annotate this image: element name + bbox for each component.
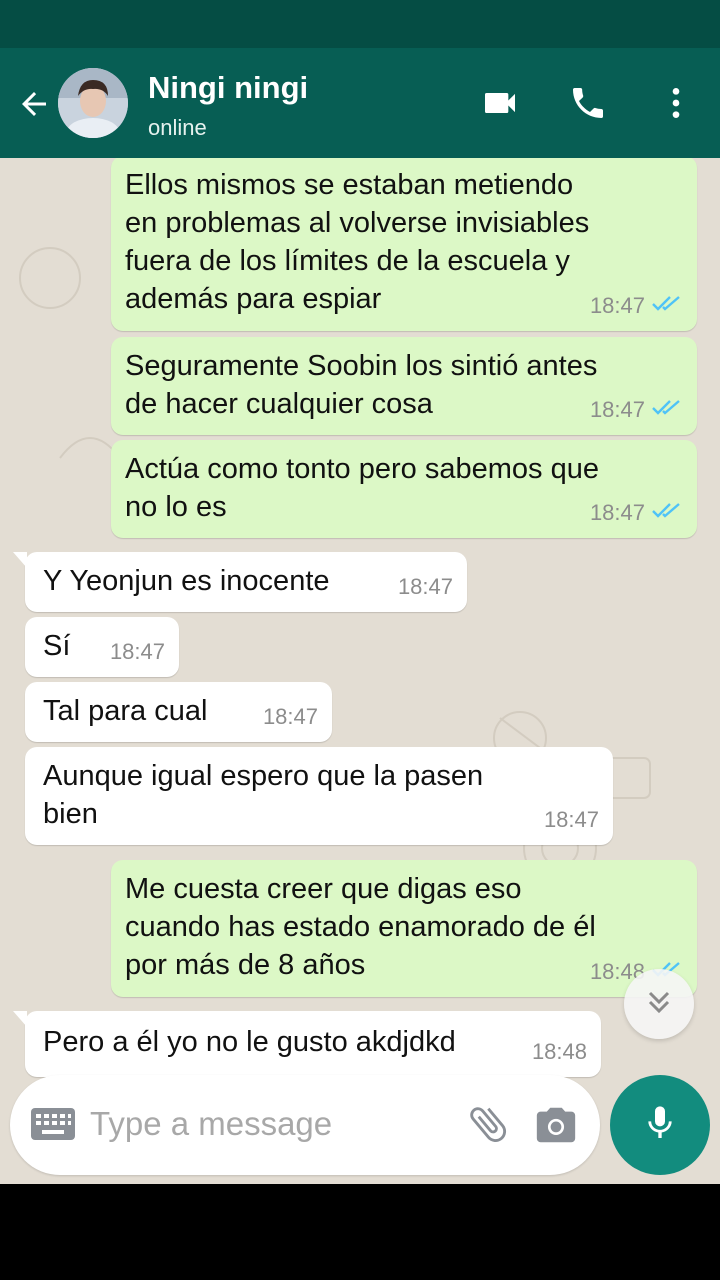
mic-button[interactable] — [610, 1075, 710, 1175]
message-time: 18:47 — [262, 704, 318, 729]
message-meta: 18:47 — [263, 698, 318, 736]
message-meta: 18:47 — [590, 494, 683, 532]
camera-icon[interactable] — [533, 1102, 579, 1153]
message-bubble-outgoing[interactable]: Ellos mismos se estaban metiendo en prob… — [111, 158, 697, 331]
message-bubble-incoming[interactable]: Sí 18:47 — [25, 617, 179, 677]
message-bubble-incoming[interactable]: Pero a él yo no le gusto akdjdkd 18:48 — [13, 1011, 601, 1077]
mic-icon — [640, 1103, 680, 1148]
system-navigation-bar — [0, 1184, 720, 1280]
message-time: 18:47 — [589, 397, 645, 422]
message-bubble-incoming[interactable]: Tal para cual 18:47 — [25, 682, 332, 742]
message-input-placeholder[interactable]: Type a message — [90, 1105, 332, 1143]
message-bubble-outgoing[interactable]: Actúa como tonto pero sabemos que no lo … — [111, 440, 697, 538]
message-time: 18:47 — [397, 574, 453, 599]
message-text: Aunque igual espero que la pasen bien — [43, 760, 484, 830]
double-check-icon — [651, 287, 683, 325]
more-vert-icon[interactable] — [654, 81, 698, 125]
message-composer[interactable]: Type a message — [10, 1075, 600, 1175]
contact-name[interactable]: Ningi ningi — [148, 70, 308, 106]
message-meta: 18:47 — [398, 568, 453, 606]
contact-status: online — [148, 115, 207, 140]
back-arrow-icon[interactable] — [14, 84, 54, 124]
message-time: 18:48 — [531, 1039, 587, 1064]
chat-area[interactable]: Ellos mismos se estaban metiendo en prob… — [0, 158, 720, 1184]
chat-header: Ningi ningi online — [0, 48, 720, 158]
scroll-to-bottom-button[interactable] — [624, 969, 694, 1039]
message-meta: 18:47 — [110, 633, 165, 671]
message-bubble-outgoing[interactable]: Seguramente Soobin los sintió antes de h… — [111, 337, 697, 435]
double-check-icon — [651, 494, 683, 532]
bubble-tail — [13, 552, 27, 568]
message-time: 18:47 — [589, 293, 645, 318]
avatar[interactable] — [58, 68, 128, 138]
message-bubble-incoming[interactable]: Y Yeonjun es inocente 18:47 — [13, 552, 467, 612]
message-bubble-incoming[interactable]: Aunque igual espero que la pasen bien 18… — [25, 747, 613, 845]
message-meta: 18:48 — [532, 1033, 587, 1071]
message-meta: 18:47 — [590, 391, 683, 429]
keyboard-icon[interactable] — [30, 1107, 76, 1146]
bubble-tail — [13, 1011, 27, 1027]
double-chevron-down-icon — [641, 984, 677, 1025]
message-time: 18:47 — [109, 639, 165, 664]
phone-icon[interactable] — [566, 81, 610, 125]
message-meta: 18:47 — [544, 801, 599, 839]
message-meta: 18:47 — [590, 287, 683, 325]
status-bar — [0, 0, 720, 48]
message-time: 18:47 — [543, 807, 599, 832]
message-time: 18:47 — [589, 500, 645, 525]
message-bubble-outgoing[interactable]: Me cuesta creer que digas eso cuando has… — [111, 860, 697, 997]
attach-icon[interactable] — [465, 1101, 511, 1152]
message-text: Pero a él yo no le gusto akdjdkd — [43, 1026, 456, 1058]
video-call-icon[interactable] — [478, 81, 522, 125]
double-check-icon — [651, 391, 683, 429]
